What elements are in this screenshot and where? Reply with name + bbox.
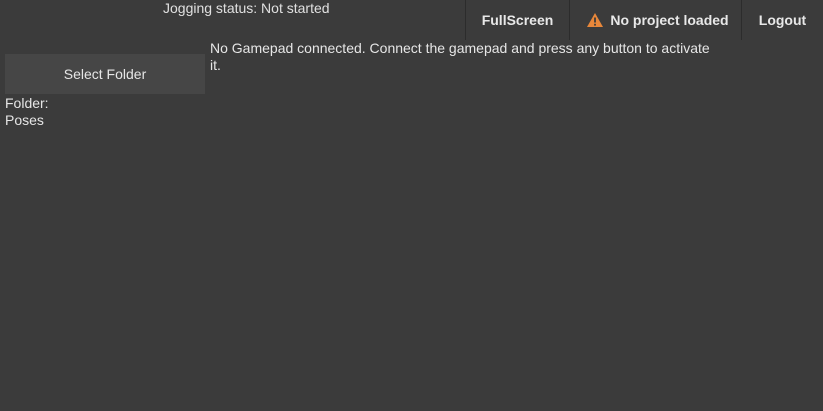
warning-icon xyxy=(586,12,604,28)
project-status-button[interactable]: No project loaded xyxy=(569,0,741,40)
gamepad-status-message: No Gamepad connected. Connect the gamepa… xyxy=(210,40,710,73)
logout-button[interactable]: Logout xyxy=(741,0,823,40)
select-folder-button[interactable]: Select Folder xyxy=(5,54,205,94)
fullscreen-button[interactable]: FullScreen xyxy=(465,0,569,40)
jogging-status: Jogging status: Not started xyxy=(163,0,330,16)
project-status-label: No project loaded xyxy=(610,12,729,28)
folder-label: Folder: xyxy=(5,95,49,111)
poses-label: Poses xyxy=(5,112,44,128)
top-toolbar: FullScreen No project loaded Logout xyxy=(465,0,823,40)
app-root: Jogging status: Not started FullScreen N… xyxy=(0,0,823,411)
